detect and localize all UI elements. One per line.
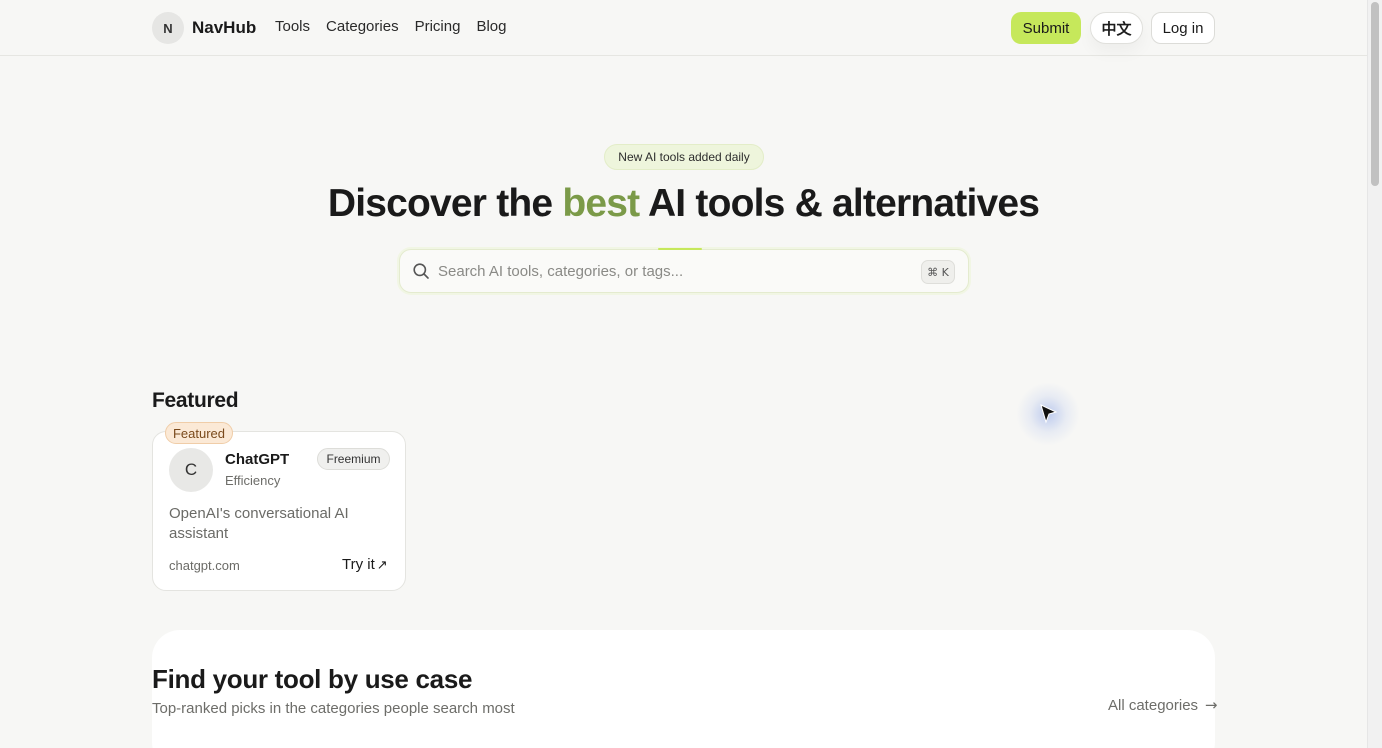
submit-button[interactable]: Submit xyxy=(1011,12,1081,44)
hero-title: Discover the best AI tools & alternative… xyxy=(0,182,1367,226)
scrollbar-thumb[interactable] xyxy=(1371,2,1379,186)
tool-description: OpenAI's conversational AI assistant xyxy=(169,505,349,542)
nav-item-categories[interactable]: Categories xyxy=(326,18,399,35)
arrow-right-icon: → xyxy=(1200,696,1218,714)
search-icon xyxy=(413,263,429,279)
featured-section-title: Featured xyxy=(152,389,239,412)
tool-domain: chatgpt.com xyxy=(169,558,240,573)
login-button[interactable]: Log in xyxy=(1151,12,1215,44)
logo-badge: N xyxy=(152,12,184,44)
nav-item-pricing[interactable]: Pricing xyxy=(415,18,461,35)
mouse-pointer-icon xyxy=(1040,404,1058,424)
announcement-pill: New AI tools added daily xyxy=(604,144,764,170)
nav-item-blog[interactable]: Blog xyxy=(476,18,506,35)
main-nav: Tools Categories Pricing Blog xyxy=(275,18,506,35)
tool-name[interactable]: ChatGPT xyxy=(225,451,289,468)
featured-tag: Featured xyxy=(165,422,233,444)
nav-item-tools[interactable]: Tools xyxy=(275,18,310,35)
hero-title-end: AI tools & alternatives xyxy=(639,182,1040,225)
tool-category: Efficiency xyxy=(225,473,281,488)
search-bar[interactable]: ⌘ K xyxy=(399,248,969,293)
usecase-subtitle: Top-ranked picks in the categories peopl… xyxy=(152,700,515,717)
hero-title-start: Discover the xyxy=(327,182,563,225)
search-input[interactable] xyxy=(438,250,908,292)
tool-card-chatgpt[interactable]: C ChatGPT Efficiency Freemium OpenAI's c… xyxy=(152,431,406,591)
all-categories-label: All categories xyxy=(1108,697,1199,714)
all-categories-link[interactable]: All categories → xyxy=(1108,696,1217,714)
brand-logo[interactable]: N NavHub xyxy=(152,12,256,44)
language-toggle-button[interactable]: 中文 xyxy=(1090,12,1143,44)
pricing-badge: Freemium xyxy=(317,448,390,470)
arrow-up-right-icon: ↗ xyxy=(376,558,388,573)
brand-name: NavHub xyxy=(192,18,257,37)
try-it-label: Try it xyxy=(342,556,375,573)
top-navigation-bar: N NavHub Tools Categories Pricing Blog S… xyxy=(0,0,1367,56)
page-scrollbar[interactable] xyxy=(1367,0,1382,748)
usecase-section-title: Find your tool by use case xyxy=(152,664,473,694)
tool-avatar: C xyxy=(169,448,213,492)
hero-title-accent: best xyxy=(562,182,640,225)
try-it-link[interactable]: Try it ↗ xyxy=(342,556,388,573)
keyboard-shortcut-badge: ⌘ K xyxy=(921,260,955,284)
